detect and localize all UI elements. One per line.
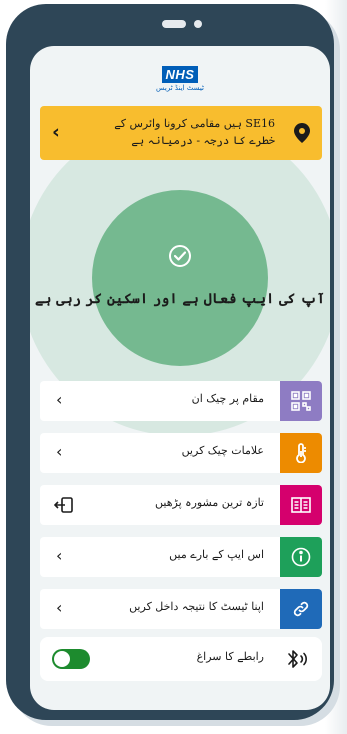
- contact-tracing-label: رابطے کا سراغ: [196, 650, 264, 663]
- toggle-knob: [54, 651, 70, 667]
- menu-label: اپنا ٹیسٹ کا نتیجہ داخل کریں: [129, 600, 264, 613]
- menu-label: مقام پر چیک ان: [191, 392, 264, 405]
- chevron-left-icon: ‹: [56, 598, 63, 617]
- menu-latest-advice[interactable]: تازہ ترین مشورہ پڑھیں: [40, 485, 322, 525]
- local-risk-banner[interactable]: ‹ ہیں مقامی کرونا وائرس کے SE16 خطرے کا …: [40, 106, 322, 160]
- open-external-icon: [54, 497, 73, 513]
- contact-tracing-toggle[interactable]: [52, 649, 90, 669]
- map-pin-icon: [294, 123, 310, 143]
- contact-tracing-row: رابطے کا سراغ: [40, 637, 322, 681]
- phone-speaker: [162, 20, 186, 28]
- chevron-left-icon: ‹: [56, 442, 63, 461]
- app-status-text: آپ کی ایپ فعال ہے اور اسکین کر رہی ہے: [35, 291, 325, 307]
- nhs-logo: NHS ٹیسٹ اینڈ ٹریس: [30, 64, 330, 92]
- menu-label: تازہ ترین مشورہ پڑھیں: [155, 496, 264, 509]
- nhs-logo-subtitle: ٹیسٹ اینڈ ٹریس: [156, 84, 204, 92]
- thermometer-icon: [280, 433, 322, 473]
- phone-camera: [194, 20, 202, 28]
- book-icon: [280, 485, 322, 525]
- info-icon: [280, 537, 322, 577]
- bluetooth-icon: [288, 650, 307, 668]
- app-screen: NHS ٹیسٹ اینڈ ٹریس ‹ ہیں مقامی کرونا وائ…: [30, 46, 330, 710]
- phone-frame: NHS ٹیسٹ اینڈ ٹریس ‹ ہیں مقامی کرونا وائ…: [6, 4, 334, 720]
- risk-banner-line2: خطرے کا درجہ - درمیانہ ہے: [131, 134, 275, 147]
- qr-code-icon: [280, 381, 322, 421]
- menu-enter-test-result[interactable]: ‹ اپنا ٹیسٹ کا نتیجہ داخل کریں: [40, 589, 322, 629]
- check-icon: [169, 245, 191, 267]
- menu-check-in[interactable]: ‹ مقام پر چیک ان: [40, 381, 322, 421]
- link-icon: [280, 589, 322, 629]
- volume-down-button: [6, 254, 14, 332]
- risk-banner-line1: ہیں مقامی کرونا وائرس کے SE16: [114, 117, 275, 130]
- nhs-logo-mark: NHS: [161, 66, 199, 83]
- chevron-left-icon: ‹: [52, 121, 60, 143]
- chevron-left-icon: ‹: [56, 546, 63, 565]
- menu-check-symptoms[interactable]: ‹ علامات چیک کریں: [40, 433, 322, 473]
- menu-label: اس ایپ کے بارے میں: [169, 548, 264, 561]
- menu-about-app[interactable]: ‹ اس ایپ کے بارے میں: [40, 537, 322, 577]
- chevron-left-icon: ‹: [56, 390, 63, 409]
- menu-label: علامات چیک کریں: [181, 444, 264, 457]
- volume-up-button: [6, 180, 14, 242]
- scan-pulse-inner: [92, 190, 268, 366]
